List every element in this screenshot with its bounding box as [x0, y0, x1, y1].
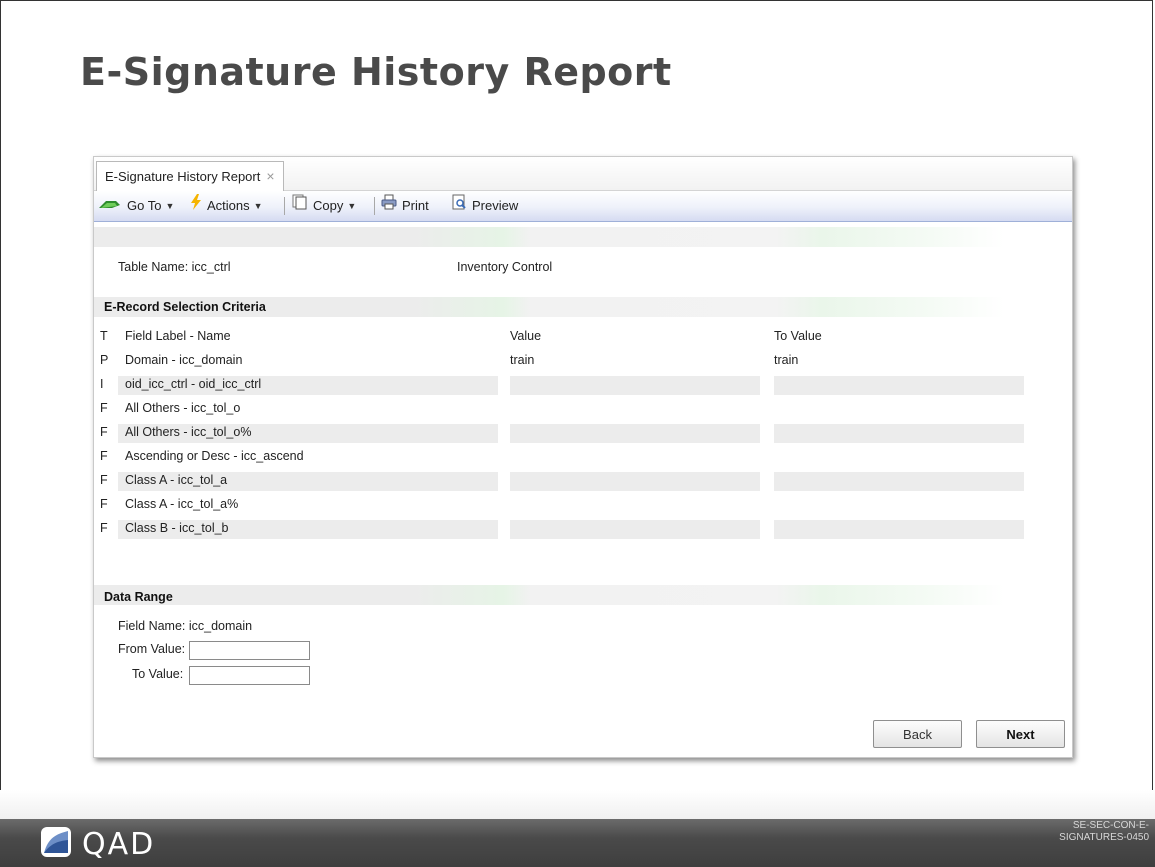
table-row: Ioid_icc_ctrl - oid_icc_ctrl — [94, 374, 1072, 396]
cell-field: Class B - icc_tol_b — [125, 521, 229, 535]
qad-logo-icon — [40, 826, 72, 863]
goto-button[interactable]: Go To ▼ — [98, 191, 174, 221]
printer-icon — [381, 191, 397, 221]
table-row: F Class A - icc_tol_a — [94, 470, 1072, 492]
cell-field: oid_icc_ctrl - oid_icc_ctrl — [125, 377, 262, 391]
toolbar: Go To ▼ Actions ▼ Copy ▼ Print Preview — [94, 191, 1072, 222]
header-band — [94, 227, 1004, 247]
close-icon[interactable]: × — [266, 168, 274, 184]
preview-icon — [451, 191, 467, 221]
column-header-to-value: To Value — [774, 329, 822, 343]
data-range-heading: Data Range — [104, 590, 173, 604]
cell-t: F — [100, 497, 108, 511]
section-band — [94, 585, 1004, 605]
row-shading — [774, 472, 1024, 491]
row-shading — [774, 520, 1024, 539]
table-name-label: Table Name: icc_ctrl — [118, 260, 231, 274]
row-shading — [510, 376, 760, 395]
cell-t: F — [100, 521, 108, 535]
lightning-icon — [190, 191, 202, 221]
cell-field: All Others - icc_tol_o — [125, 401, 241, 415]
field-name-label: Field Name: icc_domain — [118, 619, 253, 633]
from-value-input[interactable] — [189, 641, 310, 660]
slide-title: E-Signature History Report — [80, 50, 672, 94]
selection-criteria-heading: E-Record Selection Criteria — [104, 300, 266, 314]
table-row: F Ascending or Desc - icc_ascend — [94, 446, 1072, 468]
cell-t: F — [100, 401, 108, 415]
qad-logo-text: QAD — [82, 827, 156, 862]
cell-field: Domain - icc_domain — [125, 353, 243, 367]
cell-t: F — [100, 425, 108, 439]
to-value-label: To Value: — [132, 667, 184, 681]
column-header-field: Field Label - Name — [125, 329, 231, 343]
from-value-label: From Value: — [118, 642, 186, 656]
column-header-value: Value — [510, 329, 542, 343]
chevron-down-icon: ▼ — [347, 201, 357, 211]
row-shading — [774, 424, 1024, 443]
table-row: F Class B - icc_tol_b — [94, 518, 1072, 540]
actions-button[interactable]: Actions ▼ — [190, 191, 263, 221]
report-window: E-Signature History Report × Go To ▼ Actio… — [93, 156, 1073, 758]
tab-label: E-Signature History Report — [105, 169, 261, 184]
copy-button[interactable]: Copy ▼ — [292, 191, 356, 221]
cell-field: Ascending or Desc - icc_ascend — [125, 449, 304, 463]
qad-logo: QAD — [40, 826, 155, 863]
tab-e-signature-history-report[interactable]: E-Signature History Report × — [96, 161, 284, 191]
actions-label: Actions — [207, 198, 250, 213]
cell-value: train — [510, 353, 535, 367]
criteria-header-row: T Field Label - Name Value To Value — [94, 326, 1072, 348]
row-shading — [510, 520, 760, 539]
preview-label: Preview — [472, 198, 519, 213]
table-row: F All Others - icc_tol_o — [94, 398, 1072, 420]
goto-label: Go To — [127, 198, 162, 213]
toolbar-divider — [284, 197, 285, 215]
chevron-down-icon: ▼ — [165, 201, 175, 211]
table-description: Inventory Control — [457, 260, 553, 274]
cell-field: Class A - icc_tol_a% — [125, 497, 239, 511]
footer-gradient — [0, 790, 1155, 820]
goto-arrow-icon — [98, 191, 122, 221]
footer-bar — [0, 819, 1155, 867]
slide-code: SE-SEC-CON-E-SIGNATURES-0450 — [1059, 820, 1149, 843]
cell-t: I — [100, 377, 104, 391]
chevron-down-icon: ▼ — [253, 201, 263, 211]
table-row: F All Others - icc_tol_o% — [94, 422, 1072, 444]
back-button[interactable]: Back — [873, 720, 962, 748]
cell-field: All Others - icc_tol_o% — [125, 425, 252, 439]
row-shading — [510, 472, 760, 491]
next-button[interactable]: Next — [976, 720, 1065, 748]
tab-bar: E-Signature History Report × — [94, 157, 1072, 191]
copy-label: Copy — [313, 198, 344, 213]
cell-to-value: train — [774, 353, 799, 367]
to-value-input[interactable] — [189, 666, 310, 685]
column-header-t: T — [100, 329, 108, 343]
row-shading — [510, 424, 760, 443]
print-label: Print — [402, 198, 429, 213]
copy-icon — [292, 191, 308, 221]
cell-t: F — [100, 449, 108, 463]
cell-t: P — [100, 353, 109, 367]
table-row: P Domain - icc_domain train train — [94, 350, 1072, 372]
print-button[interactable]: Print — [381, 191, 429, 221]
toolbar-divider — [374, 197, 375, 215]
preview-button[interactable]: Preview — [451, 191, 518, 221]
table-row: F Class A - icc_tol_a% — [94, 494, 1072, 516]
cell-field: Class A - icc_tol_a — [125, 473, 228, 487]
cell-t: F — [100, 473, 108, 487]
row-shading — [774, 376, 1024, 395]
